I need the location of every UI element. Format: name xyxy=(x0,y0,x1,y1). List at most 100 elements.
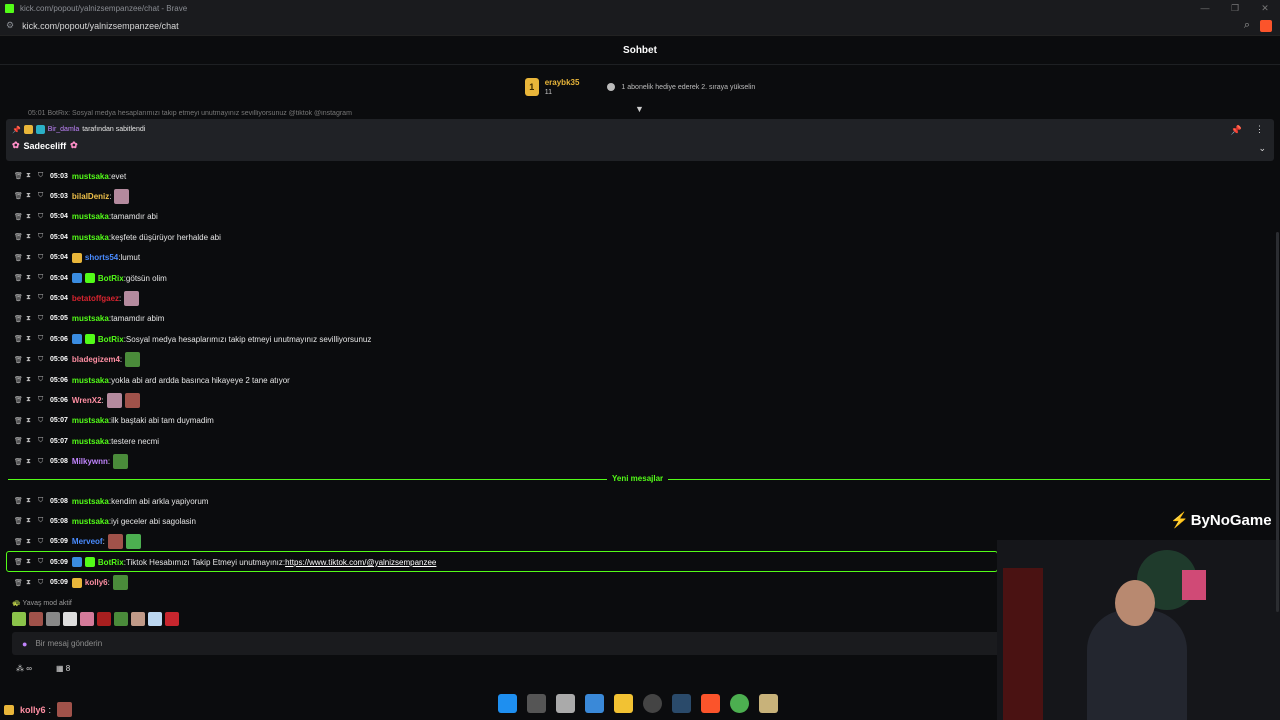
message-username[interactable]: mustsaka xyxy=(72,172,109,181)
delete-icon[interactable]: 🗑 xyxy=(14,497,26,505)
chrome-icon[interactable] xyxy=(730,694,749,713)
ban-icon[interactable]: ⛉ xyxy=(38,335,50,343)
ban-icon[interactable]: ⛉ xyxy=(38,579,50,587)
message-username[interactable]: bladegizem4 xyxy=(72,355,120,364)
timeout-icon[interactable]: ⧗ xyxy=(26,254,38,262)
emote-icon[interactable] xyxy=(112,575,128,591)
delete-icon[interactable]: 🗑 xyxy=(14,213,26,221)
message-username[interactable]: bilalDeniz xyxy=(72,192,109,201)
timeout-icon[interactable]: ⧗ xyxy=(26,497,38,505)
delete-icon[interactable]: 🗑 xyxy=(14,376,26,384)
sub-leaderboard-banner[interactable]: 1 eraybk35 11 1 abonelik hediye ederek 2… xyxy=(0,66,1280,108)
emote-icon[interactable] xyxy=(124,290,140,306)
delete-icon[interactable]: 🗑 xyxy=(14,335,26,343)
message-username[interactable]: mustsaka xyxy=(72,376,109,385)
ban-icon[interactable]: ⛉ xyxy=(38,376,50,384)
emote-icon[interactable] xyxy=(12,612,26,626)
pinner-username[interactable]: Bir_damla xyxy=(48,126,80,133)
users-icon[interactable]: ⁂ ∞ xyxy=(16,664,32,673)
message-username[interactable]: mustsaka xyxy=(72,416,109,425)
timeout-icon[interactable]: ⧗ xyxy=(26,315,38,323)
url-field[interactable]: kick.com/popout/yalnizsempanzee/chat xyxy=(22,21,179,31)
message-username[interactable]: kolly6 xyxy=(85,578,108,587)
emote-icon[interactable] xyxy=(125,352,141,368)
emote-icon[interactable] xyxy=(125,534,141,550)
obs-icon[interactable] xyxy=(643,694,662,713)
delete-icon[interactable]: 🗑 xyxy=(14,294,26,302)
emote-icon[interactable] xyxy=(106,392,122,408)
timeout-icon[interactable]: ⧗ xyxy=(26,356,38,364)
more-options-icon[interactable]: ⋮ xyxy=(1255,124,1264,135)
chat-message-row[interactable]: 🗑 ⧗ ⛉ 05:03 bilalDeniz: xyxy=(14,187,130,205)
chat-message-row[interactable]: 🗑 ⧗ ⛉ 05:04 BotRix: götsün olim xyxy=(14,269,167,287)
minimize-button[interactable]: — xyxy=(1190,0,1220,16)
timeout-icon[interactable]: ⧗ xyxy=(26,579,38,587)
timeout-icon[interactable]: ⧗ xyxy=(26,192,38,200)
chat-message-row[interactable]: 🗑 ⧗ ⛉ 05:04 mustsaka: tamamdır abi xyxy=(14,208,158,226)
ban-icon[interactable]: ⛉ xyxy=(38,417,50,425)
timeout-icon[interactable]: ⧗ xyxy=(26,233,38,241)
message-username[interactable]: Milkywnn xyxy=(72,457,108,466)
delete-icon[interactable]: 🗑 xyxy=(14,192,26,200)
chat-message-row[interactable]: 🗑 ⧗ ⛉ 05:04 mustsaka: keşfete düşürüyor herh… xyxy=(14,228,221,246)
emote-icon[interactable] xyxy=(113,454,129,470)
emote-icon[interactable] xyxy=(124,392,140,408)
brave-shield-icon[interactable] xyxy=(1260,20,1272,32)
message-username[interactable]: Merveof xyxy=(72,537,103,546)
ban-icon[interactable]: ⛉ xyxy=(38,538,50,546)
chevron-down-icon[interactable]: ⌄ xyxy=(1258,143,1266,154)
close-button[interactable]: ✕ xyxy=(1250,0,1280,16)
windows-start-icon[interactable] xyxy=(498,694,517,713)
chat-message-row[interactable]: 🗑 ⧗ ⛉ 05:06 WrenX2: xyxy=(14,391,140,409)
emote-icon[interactable] xyxy=(29,612,43,626)
timeout-icon[interactable]: ⧗ xyxy=(26,376,38,384)
chat-message-row[interactable]: 🗑 ⧗ ⛉ 05:03 mustsaka: evet xyxy=(14,167,126,185)
chat-message-row[interactable]: 🗑 ⧗ ⛉ 05:04 betatoffgaez: xyxy=(14,289,140,307)
timeout-icon[interactable]: ⧗ xyxy=(26,538,38,546)
chat-message-row[interactable]: 🗑 ⧗ ⛉ 05:09 kolly6: xyxy=(14,574,128,592)
chat-message-row[interactable]: 🗑 ⧗ ⛉ 05:08 Milkywnn: xyxy=(14,453,129,471)
chat-message-row[interactable]: 🗑 ⧗ ⛉ 05:07 mustsaka: ilk baştaki abi tam du… xyxy=(14,412,214,430)
task-view-icon[interactable] xyxy=(527,694,546,713)
app-icon[interactable] xyxy=(585,694,604,713)
ban-icon[interactable]: ⛉ xyxy=(38,315,50,323)
message-input[interactable] xyxy=(35,639,936,648)
chat-message-row[interactable]: 🗑 ⧗ ⛉ 05:06 mustsaka: yokla abi ard ardda ba… xyxy=(14,371,290,389)
emote-icon[interactable] xyxy=(63,612,77,626)
emote-icon[interactable] xyxy=(148,612,162,626)
message-username[interactable]: mustsaka xyxy=(72,517,109,526)
message-username[interactable]: betatoffgaez xyxy=(72,294,119,303)
timeout-icon[interactable]: ⧗ xyxy=(26,294,38,302)
chat-scrollbar[interactable] xyxy=(1276,232,1279,612)
delete-icon[interactable]: 🗑 xyxy=(14,315,26,323)
delete-icon[interactable]: 🗑 xyxy=(14,396,26,404)
message-username[interactable]: mustsaka xyxy=(72,212,109,221)
timeout-icon[interactable]: ⧗ xyxy=(26,417,38,425)
ban-icon[interactable]: ⛉ xyxy=(38,396,50,404)
chat-message-row[interactable]: 🗑 ⧗ ⛉ 05:06 BotRix: Sosyal medya hesaplarımı… xyxy=(14,330,371,348)
collapse-icon[interactable]: ▼ xyxy=(635,104,644,114)
emote-icon[interactable] xyxy=(107,534,123,550)
message-username[interactable]: mustsaka xyxy=(72,497,109,506)
message-username[interactable]: mustsaka xyxy=(72,314,109,323)
ban-icon[interactable]: ⛉ xyxy=(38,437,50,445)
delete-icon[interactable]: 🗑 xyxy=(14,437,26,445)
steam-icon[interactable] xyxy=(672,694,691,713)
ban-icon[interactable]: ⛉ xyxy=(38,192,50,200)
timeout-icon[interactable]: ⧗ xyxy=(26,274,38,282)
ban-icon[interactable]: ⛉ xyxy=(38,517,50,525)
chat-messages[interactable]: Yeni mesajlar 🗑 ⧗ ⛉ 05:03 mustsaka: evet 🗑 ⧗ ⛉ 0… xyxy=(0,166,1280,594)
emote-icon[interactable] xyxy=(97,612,111,626)
chat-message-row[interactable]: 🗑 ⧗ ⛉ 05:09 Merveof: xyxy=(14,533,141,551)
chat-message-row[interactable]: 🗑 ⧗ ⛉ 05:07 mustsaka: testere necmi xyxy=(14,432,159,450)
app-icon[interactable] xyxy=(759,694,778,713)
ban-icon[interactable]: ⛉ xyxy=(38,458,50,466)
message-username[interactable]: BotRix xyxy=(98,274,124,283)
emote-icon[interactable] xyxy=(114,188,130,204)
brave-icon[interactable] xyxy=(701,694,720,713)
unpin-icon[interactable]: 📌 xyxy=(1231,125,1242,136)
zoom-icon[interactable]: ⌕ xyxy=(1244,19,1250,32)
message-input-box[interactable]: ● xyxy=(12,632,1002,655)
emote-icon[interactable] xyxy=(46,612,60,626)
ban-icon[interactable]: ⛉ xyxy=(38,213,50,221)
